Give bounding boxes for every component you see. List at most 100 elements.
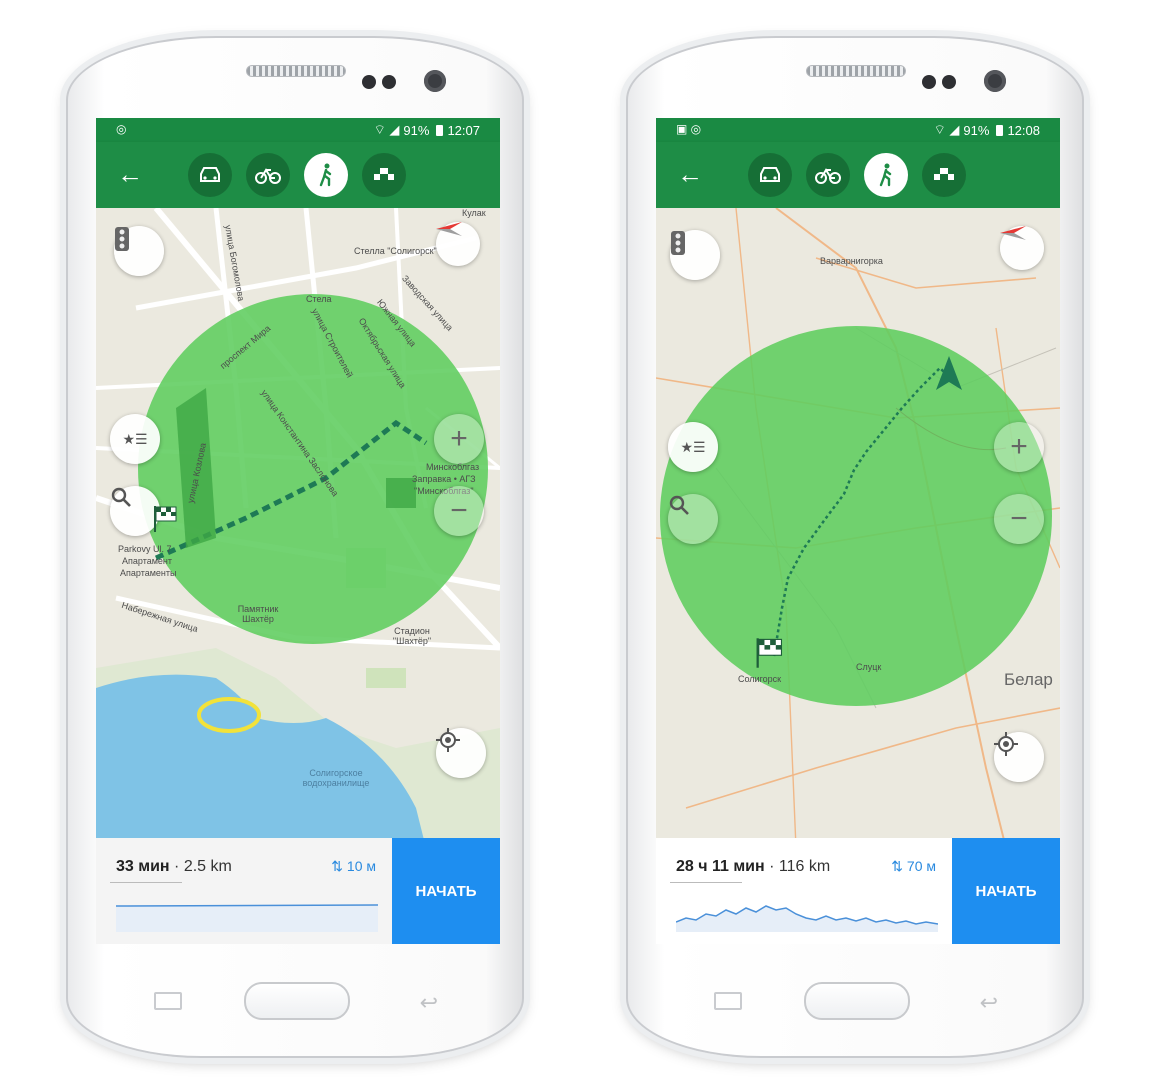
battery-icon [436, 124, 444, 136]
route-info[interactable]: 28 ч 11 мин · 116 km ⇅ 70 м [656, 838, 954, 944]
back-arrow-icon[interactable]: ← [672, 156, 708, 192]
light-sensor [942, 75, 956, 89]
mode-car-button[interactable] [748, 153, 792, 197]
mode-taxi-button[interactable] [362, 153, 406, 197]
label-apartament2: Апартаменты [120, 568, 177, 578]
home-button[interactable] [244, 982, 350, 1020]
bike-icon [255, 168, 281, 184]
route-info[interactable]: 33 мин · 2.5 km ⇅ 10 м [96, 838, 394, 944]
zoom-out-icon: − [1010, 502, 1028, 535]
elevation-value: 10 м [346, 858, 376, 874]
mode-walk-button[interactable] [304, 153, 348, 197]
zoom-out-button[interactable]: − [994, 494, 1044, 544]
light-sensor [382, 75, 396, 89]
bookmarks-button[interactable]: ★☰ [668, 422, 718, 472]
start-button[interactable]: НАЧАТЬ [392, 838, 500, 944]
route-elevation: ⇅ 10 м [331, 858, 376, 875]
label-stela: Стела [306, 294, 332, 304]
start-button[interactable]: НАЧАТЬ [952, 838, 1060, 944]
label-apartment: Апартамент [122, 556, 173, 566]
menu-key[interactable] [714, 992, 742, 1010]
screen-right: ▣ ◎ ⌔ ◢ 91% 12:08 ← Варварнигорка Солиго… [656, 118, 1060, 944]
label-pamyatnik: Памятник Шахтёр [237, 604, 279, 624]
status-time: 12:08 [1007, 122, 1040, 138]
traffic-light-icon [671, 231, 685, 255]
status-time: 12:07 [447, 122, 480, 138]
map-view[interactable]: Стелла "Солигорск" Стела Кулак проспект … [96, 208, 500, 848]
mode-bike-button[interactable] [246, 153, 290, 197]
mode-walk-button[interactable] [864, 153, 908, 197]
walk-icon [319, 163, 332, 187]
my-location-button[interactable] [994, 732, 1044, 782]
proximity-sensor [362, 75, 376, 89]
my-location-button[interactable] [436, 728, 486, 778]
wifi-signal-icon: ⌔ ◢ [933, 122, 960, 137]
proximity-sensor [922, 75, 936, 89]
compass-button[interactable] [1000, 226, 1044, 270]
bookmarks-icon: ★☰ [122, 430, 148, 447]
route-elevation: ⇅ 70 м [891, 858, 936, 875]
compass-button[interactable] [436, 222, 480, 266]
earpiece-speaker [806, 65, 906, 77]
search-icon [111, 487, 131, 507]
car-icon [760, 167, 780, 182]
route-summary-panel: 28 ч 11 мин · 116 km ⇅ 70 м НАЧАТЬ [656, 838, 1060, 944]
zoom-in-button[interactable]: + [994, 422, 1044, 472]
navigation-arrow-icon [936, 356, 962, 390]
home-button[interactable] [804, 982, 910, 1020]
route-time: 28 ч 11 мин [676, 858, 765, 875]
traffic-button[interactable] [114, 226, 164, 276]
wifi-signal-icon: ⌔ ◢ [373, 122, 400, 137]
zoom-in-icon: + [1010, 430, 1028, 463]
finish-flag-icon [154, 506, 177, 532]
compass-icon [1000, 226, 1026, 240]
app-notification-icon: ◎ [116, 122, 127, 136]
mode-car-button[interactable] [188, 153, 232, 197]
label-soligorsk: Солигорск [738, 674, 782, 684]
divider [110, 882, 182, 883]
elevation-profile [116, 904, 378, 932]
divider [670, 882, 742, 883]
route-distance: 116 km [778, 858, 831, 875]
phone-left: ◎ ⌔ ◢ 91% 12:07 ← Стелла "Солигорск" Сте… [66, 36, 524, 1058]
zoom-out-button[interactable]: − [434, 486, 484, 536]
finish-flag-icon [756, 638, 783, 668]
zoom-in-icon: + [450, 422, 468, 455]
back-arrow-icon[interactable]: ← [112, 156, 148, 192]
traffic-light-icon [115, 227, 129, 251]
taxi-icon [934, 168, 954, 180]
compass-icon [436, 222, 462, 236]
mode-bike-button[interactable] [806, 153, 850, 197]
menu-key[interactable] [154, 992, 182, 1010]
battery-percent: 91% [963, 122, 990, 138]
label-reservoir: Солигорское водохранилище [302, 768, 370, 788]
back-key-icon[interactable]: ↩ [980, 990, 998, 1016]
mode-taxi-button[interactable] [922, 153, 966, 197]
route-time-distance: 28 ч 11 мин · 116 km [676, 858, 831, 875]
my-location-icon [436, 728, 460, 752]
route-toolbar: ← [656, 142, 1060, 208]
zoom-in-button[interactable]: + [434, 414, 484, 464]
my-location-icon [994, 732, 1018, 756]
walk-icon [879, 163, 892, 187]
back-key-icon[interactable]: ↩ [420, 990, 438, 1016]
taxi-icon [374, 168, 394, 180]
route-time: 33 мин [116, 858, 170, 875]
battery-icon [996, 124, 1004, 136]
map-view[interactable]: Варварнигорка Солигорск Слуцк Белар ★☰ +… [656, 208, 1060, 848]
route-distance: 2.5 km [183, 858, 232, 875]
bookmarks-button[interactable]: ★☰ [110, 414, 160, 464]
elevation-profile [676, 905, 938, 932]
route-summary-panel: 33 мин · 2.5 km ⇅ 10 м НАЧАТЬ [96, 838, 500, 944]
label-minsk-oblgaz: Минскоблгаз [426, 462, 480, 472]
front-camera [424, 70, 446, 92]
elevation-arrows-icon: ⇅ [891, 858, 904, 874]
search-button[interactable] [668, 494, 718, 544]
front-camera [984, 70, 1006, 92]
label-belarus: Белар [1004, 670, 1053, 689]
label-zapravka: Заправка • АГЗ [412, 474, 476, 484]
label-stadion: Стадион "Шахтёр" [392, 626, 432, 646]
traffic-button[interactable] [670, 230, 720, 280]
status-bar: ▣ ◎ ⌔ ◢ 91% 12:08 [656, 118, 1060, 142]
search-icon [669, 495, 689, 515]
